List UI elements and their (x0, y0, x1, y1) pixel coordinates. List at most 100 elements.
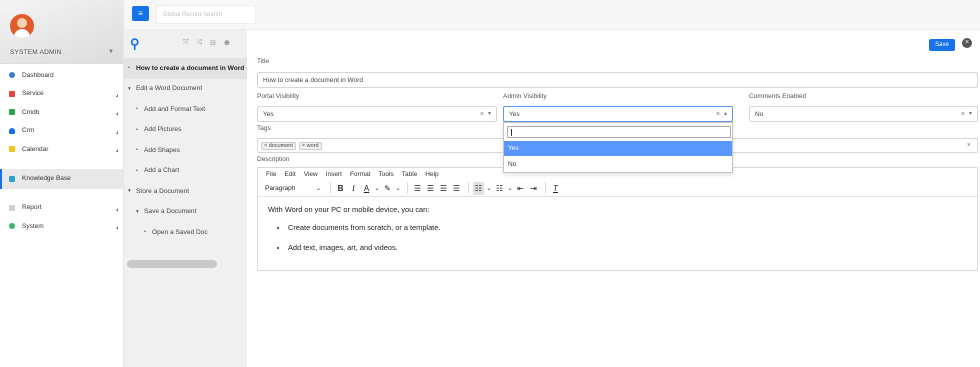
tag-chip[interactable]: × document (261, 141, 296, 150)
sidebar-item-label: System (22, 222, 44, 230)
title-input[interactable]: How to create a document in Word (257, 72, 978, 88)
caret-down-icon[interactable]: ▾ (128, 188, 136, 194)
crm-icon (9, 127, 15, 134)
clear-icon[interactable]: × (961, 111, 965, 118)
collapse-all-icon[interactable]: ⤨ (196, 39, 202, 47)
sidebar-item-label: Knowledge Base (22, 175, 71, 182)
tags-label: Tags (257, 125, 271, 132)
sidebar-item-cmdb[interactable]: Cmdb (0, 103, 123, 122)
numbered-list-icon[interactable]: ☷ (494, 182, 505, 195)
tree-node[interactable]: • How to create a document in Word (124, 58, 247, 79)
rich-text-editor: File Edit View Insert Format Tools Table… (257, 167, 978, 271)
dropdown-option-no[interactable]: No (504, 157, 732, 172)
menu-insert[interactable]: Insert (326, 171, 342, 178)
bold-icon[interactable]: B (335, 182, 346, 195)
admin-visibility-dropdown: Yes No (503, 122, 733, 173)
menu-format[interactable]: Format (350, 171, 371, 178)
text-color-icon[interactable]: A (361, 182, 372, 195)
sidebar-item-report[interactable]: Report (0, 199, 123, 218)
minimize-icon[interactable]: ⊟ (210, 39, 216, 47)
menu-tools[interactable]: Tools (379, 171, 394, 178)
tree-node-label: Edit a Word Document (136, 85, 203, 93)
tree-node[interactable]: • Add Pictures (124, 120, 247, 141)
tree-node[interactable]: ▾ Store a Document (124, 181, 247, 202)
chevron-down-icon: ⌄ (315, 185, 321, 192)
global-search-input[interactable]: Global Record Search (156, 5, 256, 24)
menu-edit[interactable]: Edit (284, 171, 295, 178)
caret-down-icon[interactable]: ▾ (128, 86, 136, 92)
tree-node-label: Add Shapes (144, 146, 180, 154)
sidebar-item-system[interactable]: System (0, 217, 123, 236)
tree-node[interactable]: ▾ Edit a Word Document (124, 79, 247, 100)
search-icon[interactable]: ⚲ (130, 37, 140, 50)
portal-visibility-select[interactable]: Yes × ▾ (257, 106, 497, 122)
chevron-down-icon[interactable]: ⌄ (507, 182, 513, 195)
tag-chip[interactable]: × word (298, 141, 322, 150)
sidebar-item-crm[interactable]: Crm (0, 122, 123, 141)
tree-node-label: Add Pictures (144, 126, 182, 134)
indent-icon[interactable]: ⇥ (528, 182, 539, 195)
report-icon (9, 204, 15, 211)
align-left-icon[interactable]: ☰ (412, 182, 423, 195)
tree-node[interactable]: • Open a Saved Doc (124, 222, 247, 243)
clear-formatting-icon[interactable]: T (550, 182, 561, 195)
expand-all-icon[interactable]: ⤧ (183, 39, 189, 47)
outdent-icon[interactable]: ⇤ (515, 182, 526, 195)
expand-icon (116, 149, 118, 152)
cmdb-icon (9, 109, 15, 116)
sidebar-header: SYSTEM ADMIN ▼ (0, 0, 123, 64)
admin-visibility-select[interactable]: Yes × ▴ (503, 106, 733, 122)
sidebar-item-dashboard[interactable]: Dashboard (0, 66, 123, 85)
clear-icon[interactable]: × (716, 111, 720, 118)
align-justify-icon[interactable]: ☰ (451, 182, 462, 195)
italic-icon[interactable]: I (348, 182, 359, 195)
tree-node[interactable]: • Add and Format Text (124, 99, 247, 120)
dropdown-option-yes[interactable]: Yes (504, 141, 732, 156)
sidebar-item-service[interactable]: Service (0, 85, 123, 104)
content-list: Create documents from scratch, or a temp… (268, 223, 967, 253)
knowledge-tree-panel: ⚲ ⤧ ⤨ ⊟ ⊕ • How to create a document in … (124, 30, 247, 367)
tree-node[interactable]: ▾ Save a Document (124, 202, 247, 223)
block-format-select[interactable]: Paragraph ⌄ (262, 182, 324, 195)
tree-node-label: Store a Document (136, 187, 190, 195)
menu-help[interactable]: Help (425, 171, 438, 178)
chevron-down-icon[interactable]: ▾ (488, 110, 491, 117)
highlight-color-icon[interactable]: ✎ (382, 182, 393, 195)
menu-table[interactable]: Table (402, 171, 418, 178)
chevron-down-icon[interactable]: ⌄ (395, 182, 401, 195)
chevron-up-icon[interactable]: ▴ (724, 110, 727, 117)
editor-toolbar: Paragraph ⌄ B I A ⌄ ✎ ⌄ ☰ ☰ ☰ ☰ ☷ ⌄ ☷ ⌄ … (258, 180, 977, 197)
bullet-icon: • (144, 229, 146, 236)
chevron-down-icon[interactable]: ⌄ (374, 182, 380, 195)
sidebar-item-label: Cmdb (22, 108, 40, 116)
dropdown-search-input[interactable] (507, 126, 731, 138)
tree-node[interactable]: • Add a Chart (124, 161, 247, 182)
chevron-down-icon[interactable]: ⌄ (486, 182, 492, 195)
add-icon[interactable]: ⊕ (224, 39, 230, 47)
avatar[interactable] (10, 14, 34, 38)
sidebar-item-calendar[interactable]: Calendar (0, 140, 123, 159)
clear-icon[interactable]: × (480, 111, 484, 118)
caret-down-icon[interactable]: ▾ (136, 209, 144, 215)
comments-enabled-select[interactable]: No × ▾ (749, 106, 978, 122)
align-center-icon[interactable]: ☰ (425, 182, 436, 195)
menu-view[interactable]: View (304, 171, 318, 178)
menu-file[interactable]: File (266, 171, 276, 178)
sidebar-item-knowledge-base[interactable]: Knowledge Base (0, 168, 123, 189)
bullet-list-icon[interactable]: ☷ (473, 181, 484, 195)
hamburger-menu-button[interactable]: ≡ (132, 6, 149, 21)
sidebar-item-label: Crm (22, 127, 35, 135)
horizontal-scrollbar[interactable] (127, 260, 217, 268)
chevron-down-icon[interactable]: ▼ (108, 49, 114, 55)
user-name[interactable]: SYSTEM ADMIN (10, 49, 62, 56)
chevron-down-icon[interactable]: ▾ (969, 110, 972, 117)
align-right-icon[interactable]: ☰ (438, 182, 449, 195)
bullet-icon: • (136, 106, 138, 113)
save-button[interactable]: Save (929, 39, 955, 51)
tree-node-label: Add and Format Text (144, 105, 206, 113)
tree-node[interactable]: • Add Shapes (124, 140, 247, 161)
editor-content[interactable]: With Word on your PC or mobile device, y… (258, 197, 977, 271)
close-icon[interactable]: × (962, 38, 972, 48)
tree-toolbar: ⚲ ⤧ ⤨ ⊟ ⊕ (124, 30, 247, 58)
clear-icon[interactable]: × (967, 142, 971, 149)
